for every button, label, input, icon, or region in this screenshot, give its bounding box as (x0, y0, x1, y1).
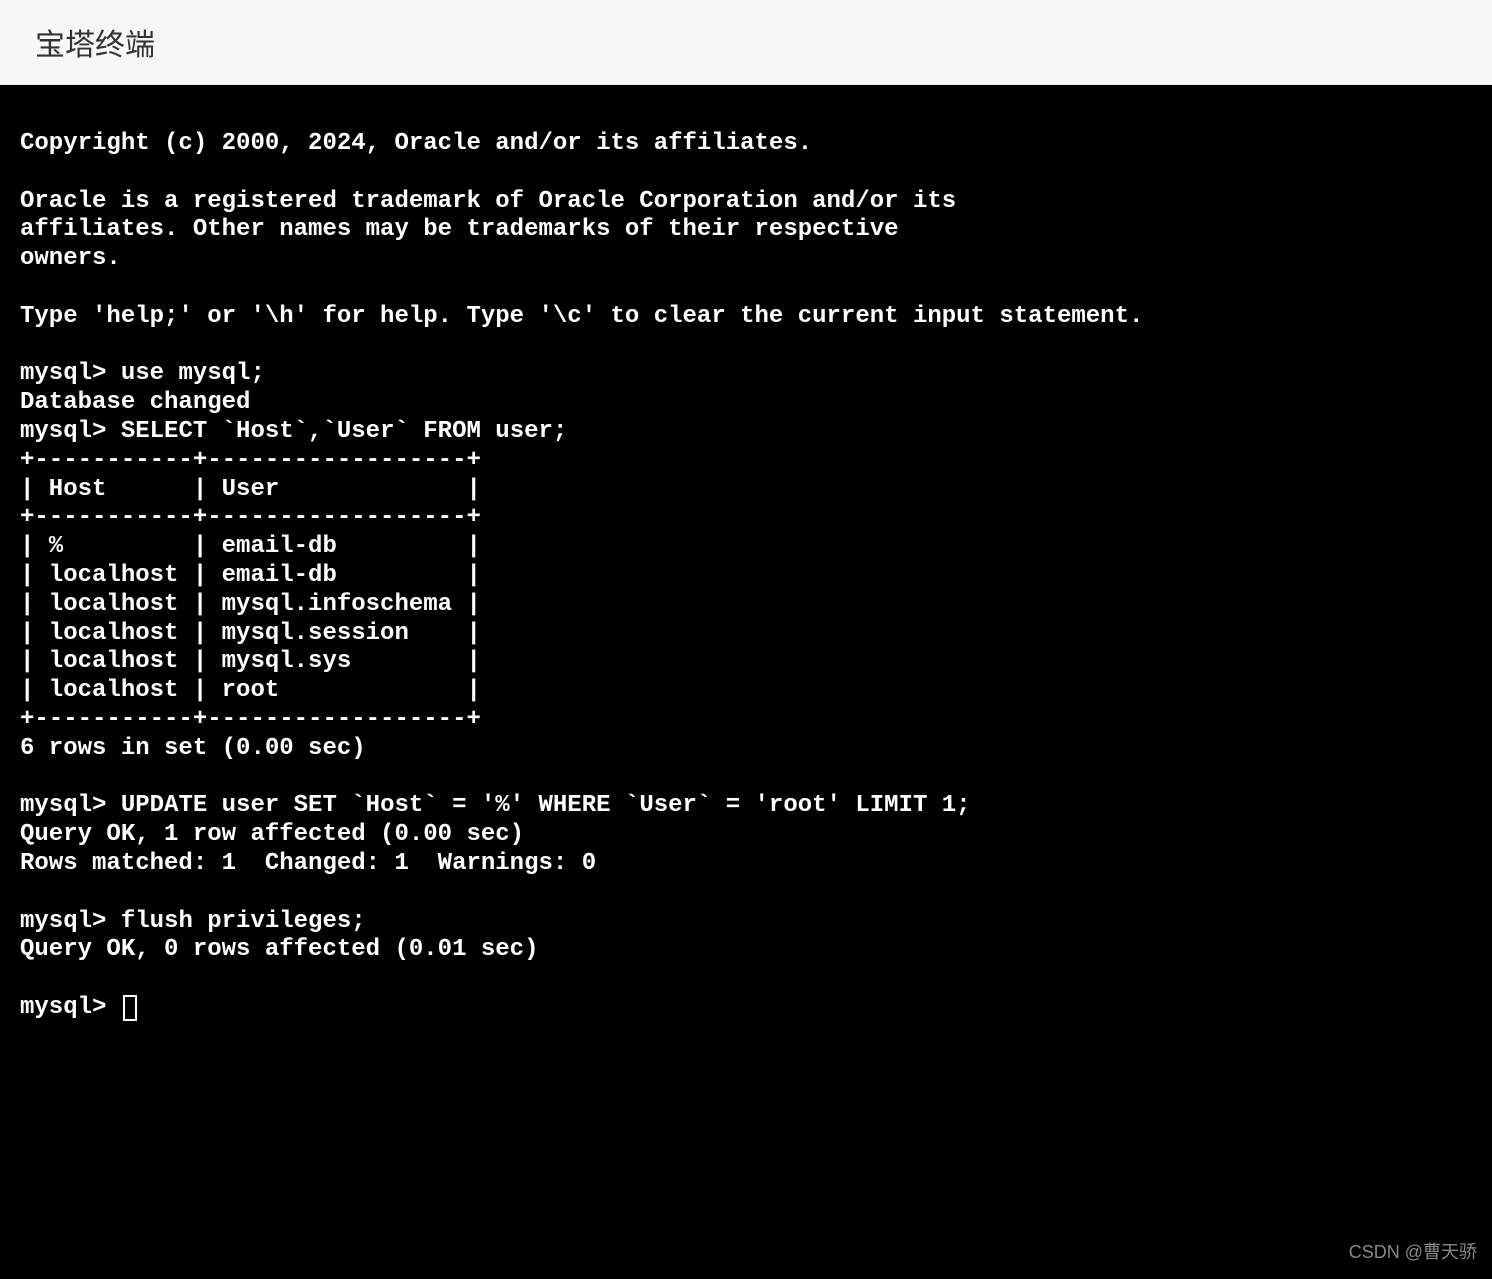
terminal-title: 宝塔终端 (35, 20, 1457, 64)
terminal-body[interactable]: Copyright (c) 2000, 2024, Oracle and/or … (0, 85, 1492, 1279)
command-update: UPDATE user SET `Host` = '%' WHERE `User… (121, 792, 971, 819)
intro-trademark: Oracle is a registered trademark of Orac… (20, 188, 956, 273)
output-database-changed: Database changed (20, 389, 250, 416)
prompt: mysql> (20, 360, 121, 387)
table-header: | Host | User | (20, 476, 481, 503)
terminal-header: 宝塔终端 (0, 0, 1492, 85)
table-border: +-----------+------------------+ (20, 706, 481, 733)
prompt: mysql> (20, 994, 121, 1021)
intro-help: Type 'help;' or '\h' for help. Type '\c'… (20, 303, 1143, 330)
output-query-ok: Query OK, 0 rows affected (0.01 sec) (20, 936, 538, 963)
table-row: | localhost | email-db | (20, 562, 481, 589)
table-row: | localhost | mysql.sys | (20, 648, 481, 675)
output-query-ok: Query OK, 1 row affected (0.00 sec) (20, 821, 524, 848)
command-flush: flush privileges; (121, 908, 366, 935)
output-rows-matched: Rows matched: 1 Changed: 1 Warnings: 0 (20, 850, 596, 877)
table-row: | localhost | root | (20, 677, 481, 704)
prompt: mysql> (20, 418, 121, 445)
table-row: | localhost | mysql.session | (20, 620, 481, 647)
intro-copyright: Copyright (c) 2000, 2024, Oracle and/or … (20, 130, 812, 157)
table-border: +-----------+------------------+ (20, 504, 481, 531)
command-use: use mysql; (121, 360, 265, 387)
table-border: +-----------+------------------+ (20, 447, 481, 474)
command-select: SELECT `Host`,`User` FROM user; (121, 418, 567, 445)
rows-summary: 6 rows in set (0.00 sec) (20, 735, 366, 762)
watermark: CSDN @曹天骄 (1349, 1238, 1477, 1264)
table-row: | % | email-db | (20, 533, 481, 560)
prompt: mysql> (20, 908, 121, 935)
prompt: mysql> (20, 792, 121, 819)
cursor-icon (123, 995, 137, 1021)
table-row: | localhost | mysql.infoschema | (20, 591, 481, 618)
